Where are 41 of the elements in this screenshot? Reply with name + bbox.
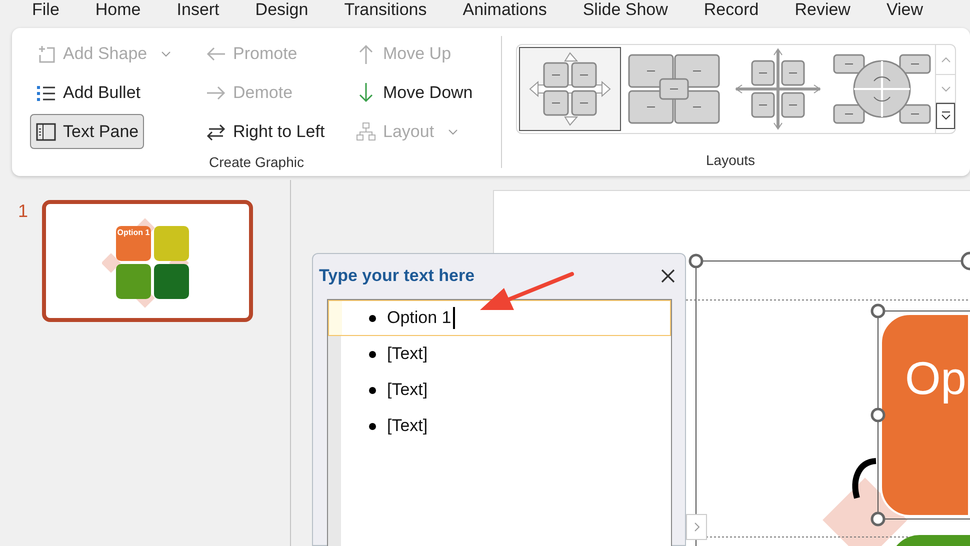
pane-icon [35, 120, 57, 142]
hierarchy-icon [355, 120, 377, 142]
bullet-item[interactable]: [Text] [328, 372, 671, 408]
bullet-icon [369, 350, 376, 358]
bullet-icon [369, 386, 376, 394]
shape-text: Op [905, 355, 966, 401]
slide-number: 1 [18, 202, 28, 220]
bullet-item[interactable]: [Text] [328, 408, 671, 444]
menu-tab[interactable]: Design [255, 0, 308, 24]
layout-option[interactable] [519, 47, 621, 131]
expand-button[interactable] [686, 514, 707, 540]
pane-title: Type your text here [319, 265, 475, 288]
menu-tab[interactable]: View [886, 0, 924, 24]
ribbon-button[interactable]: Add Bullet [30, 75, 146, 110]
ribbon-button[interactable]: Text Pane [30, 114, 144, 149]
thumbnail-text: Option 1 [116, 228, 151, 238]
text-cursor [453, 307, 456, 329]
chevron-down-icon [940, 86, 950, 92]
bullet-icon [369, 422, 376, 430]
bullet-icon [369, 314, 376, 322]
handle-fragment [960, 252, 970, 270]
expand-gallery-icon [940, 111, 950, 121]
curve-shape [852, 458, 876, 499]
menu-tab[interactable]: Record [704, 0, 759, 24]
menu-tab[interactable]: Home [95, 0, 141, 24]
chevron-right-icon [694, 522, 700, 532]
menu-tab[interactable]: Transitions [344, 0, 427, 24]
more-button[interactable] [936, 103, 955, 129]
menu-tab[interactable]: File [32, 0, 60, 24]
menu-tab[interactable]: Insert [176, 0, 220, 24]
bullet-item[interactable]: Option 1 [328, 300, 671, 336]
menu-tab[interactable]: Review [794, 0, 850, 24]
group-label: Create Graphic [209, 154, 304, 170]
ribbon-button[interactable]: Move Down [350, 75, 478, 110]
close-icon[interactable] [661, 269, 675, 283]
menu-tab[interactable]: Slide Show [582, 0, 668, 24]
group-label: Layouts [706, 152, 756, 168]
menu-tab[interactable]: Animations [462, 0, 547, 24]
ribbon-button[interactable]: Right to Left [200, 114, 330, 149]
bullet-item[interactable]: [Text] [328, 336, 671, 372]
chevron-up-icon [940, 56, 950, 62]
